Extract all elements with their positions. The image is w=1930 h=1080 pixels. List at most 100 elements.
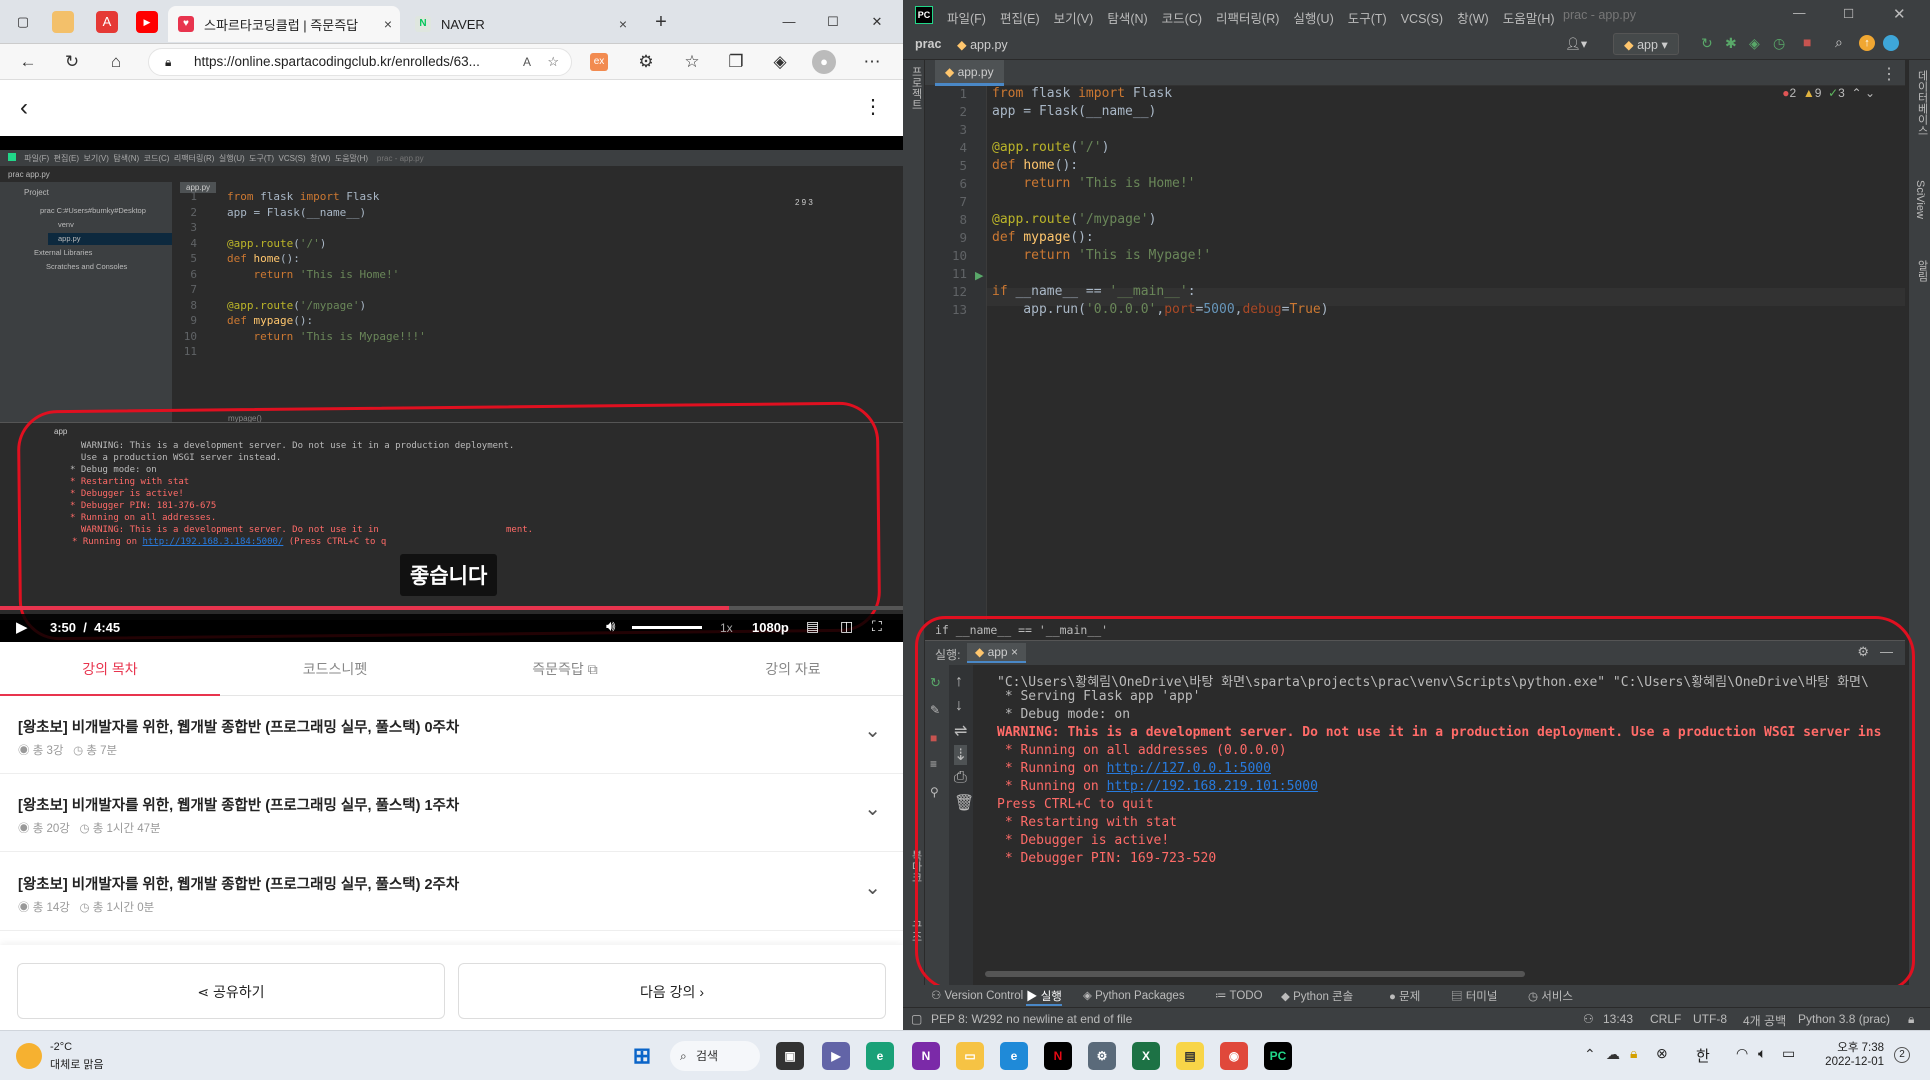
- chevron-up-icon[interactable]: ⌃: [1852, 86, 1862, 100]
- lock-icon[interactable]: 🔒︎: [1908, 1012, 1914, 1027]
- clock-time[interactable]: 오후 7:38: [1818, 1039, 1884, 1055]
- settings-icon[interactable]: ⚙: [1088, 1042, 1116, 1070]
- video-progress-track[interactable]: [0, 606, 903, 610]
- tab-close-icon[interactable]: ×: [384, 16, 392, 32]
- onedrive-icon[interactable]: ☁: [1606, 1046, 1620, 1063]
- teams-icon[interactable]: ▶: [822, 1042, 850, 1070]
- ide-menu-item[interactable]: 도구(T): [1348, 12, 1387, 26]
- tab-close-icon[interactable]: ×: [619, 16, 627, 32]
- rerun-icon[interactable]: ↻: [1701, 35, 1713, 52]
- breadcrumb-file[interactable]: ◆ app.py: [957, 37, 1008, 52]
- ide-menu-item[interactable]: 도움말(H): [1503, 12, 1555, 26]
- close-circle-icon[interactable]: ⊗: [1656, 1045, 1668, 1062]
- more-menu-icon[interactable]: ⋯: [860, 50, 884, 74]
- close-window-button[interactable]: ✕: [866, 11, 888, 33]
- notifications-tool-button[interactable]: 알림: [1914, 260, 1930, 282]
- url-input[interactable]: 🔒︎ https://online.spartacodingclub.kr/en…: [148, 48, 572, 76]
- battery-icon[interactable]: ▭: [1782, 1045, 1795, 1062]
- status-message[interactable]: PEP 8: W292 no newline at end of file: [931, 1012, 1132, 1026]
- tool-tab[interactable]: ◷ 서비스: [1528, 988, 1573, 1004]
- sticky-notes-icon[interactable]: ▤: [1176, 1042, 1204, 1070]
- git-icon[interactable]: ⚇: [1583, 1012, 1594, 1026]
- chevron-down-icon[interactable]: ⌄: [1865, 86, 1875, 100]
- debug-icon[interactable]: ✱: [1725, 35, 1737, 52]
- database-tool-button[interactable]: 데이터베이스: [1914, 70, 1930, 136]
- back-arrow-icon[interactable]: ‹: [20, 94, 28, 122]
- layout-toggle-icon[interactable]: ▢: [911, 1012, 922, 1026]
- coverage-icon[interactable]: ◈: [1749, 35, 1760, 52]
- ide-maximize-button[interactable]: ☐: [1843, 6, 1854, 21]
- ide-close-button[interactable]: ✕: [1893, 5, 1906, 23]
- file-explorer-icon[interactable]: ▭: [956, 1042, 984, 1070]
- profile-run-icon[interactable]: ◷: [1773, 35, 1785, 52]
- ide-menu-item[interactable]: 탐색(N): [1107, 12, 1147, 26]
- picture-in-picture-icon[interactable]: ◫: [840, 618, 853, 635]
- minimize-button[interactable]: —: [778, 11, 800, 33]
- task-view-icon[interactable]: ▣: [776, 1042, 804, 1070]
- tool-tab[interactable]: ≔ TODO: [1215, 988, 1263, 1002]
- ide-menu-item[interactable]: 실행(U): [1293, 12, 1333, 26]
- share-button[interactable]: ⋖ 공유하기: [17, 963, 445, 1019]
- cursor-position[interactable]: 13:43: [1603, 1012, 1633, 1026]
- tab-spartacoding[interactable]: ♥ 스파르타코딩클럽 | 즉문즉답 ×: [168, 6, 400, 42]
- weather-desc[interactable]: 대체로 맑음: [50, 1056, 104, 1072]
- jetbrains-icon[interactable]: [1883, 35, 1899, 51]
- tab-materials[interactable]: 강의 자료: [683, 642, 903, 696]
- volume-icon[interactable]: 🔊︎: [606, 618, 615, 635]
- read-aloud-icon[interactable]: A: [523, 49, 531, 75]
- tool-tab[interactable]: ▤ 터미널: [1451, 988, 1497, 1004]
- ide-menu-item[interactable]: 보기(V): [1054, 12, 1094, 26]
- quality-selector[interactable]: 1080p: [752, 620, 789, 635]
- clock-date[interactable]: 2022-12-01: [1818, 1056, 1884, 1068]
- security-icon[interactable]: 🔒︎: [1630, 1045, 1637, 1062]
- edge-dev-icon[interactable]: e: [866, 1042, 894, 1070]
- speaker-icon[interactable]: 🔈︎: [1758, 1045, 1766, 1062]
- weather-icon[interactable]: [16, 1043, 42, 1069]
- onenote-icon[interactable]: N: [912, 1042, 940, 1070]
- extension-badge-icon[interactable]: ex: [590, 53, 608, 71]
- chevron-down-icon[interactable]: ⌄: [864, 718, 881, 743]
- inspection-widget[interactable]: ●2 ▲9 ✓3 ⌃ ⌄: [1782, 86, 1875, 100]
- tray-chevron-up-icon[interactable]: ⌃: [1584, 1046, 1596, 1063]
- subtitles-icon[interactable]: ▤: [806, 618, 819, 635]
- ide-menu-item[interactable]: 리팩터링(R): [1216, 12, 1279, 26]
- breadcrumb-project[interactable]: prac: [915, 37, 941, 51]
- ime-indicator[interactable]: 한: [1696, 1045, 1710, 1066]
- windows-start-icon[interactable]: ⊞: [628, 1042, 656, 1070]
- editor-tab-app-py[interactable]: ◆ app.py: [935, 60, 1004, 86]
- new-tab-button[interactable]: +: [650, 11, 672, 33]
- search-icon[interactable]: ⌕: [1835, 34, 1843, 51]
- lecture-video-player[interactable]: 파일(F) 편집(E) 보기(V) 탐색(N) 코드(C) 리팩터링(R) 실행…: [0, 136, 903, 642]
- refresh-icon[interactable]: ↻: [60, 50, 84, 74]
- chevron-down-icon[interactable]: ⌄: [864, 796, 881, 821]
- curriculum-item[interactable]: [왕초보] 비개발자를 위한, 웹개발 종합반 (프로그래밍 실무, 풀스택) …: [0, 774, 903, 852]
- tool-tab[interactable]: ◆ Python 콘솔: [1281, 988, 1353, 1004]
- collection-icon[interactable]: [52, 11, 74, 33]
- volume-slider[interactable]: [632, 626, 702, 629]
- ide-minimize-button[interactable]: —: [1793, 6, 1806, 20]
- next-lecture-button[interactable]: 다음 강의 ›: [458, 963, 886, 1019]
- tab-naver[interactable]: N NAVER ×: [405, 6, 635, 42]
- ide-menu-item[interactable]: VCS(S): [1401, 12, 1443, 26]
- play-icon[interactable]: ▶: [16, 618, 28, 636]
- search-box[interactable]: ⌕ 검색: [670, 1041, 760, 1071]
- indent-setting[interactable]: 4개 공백: [1743, 1012, 1786, 1029]
- tab-qna[interactable]: 즉문즉답 ⧉: [455, 642, 675, 696]
- file-encoding[interactable]: UTF-8: [1693, 1012, 1727, 1026]
- home-icon[interactable]: ⌂: [104, 50, 128, 74]
- maximize-button[interactable]: ☐: [822, 11, 844, 33]
- pinned-tab-icon[interactable]: A: [96, 11, 118, 33]
- favorite-add-icon[interactable]: ☆: [547, 49, 559, 75]
- wifi-icon[interactable]: ◠: [1736, 1045, 1748, 1062]
- update-icon[interactable]: ↑: [1859, 35, 1875, 51]
- curriculum-item[interactable]: [왕초보] 비개발자를 위한, 웹개발 종합반 (프로그래밍 실무, 풀스택) …: [0, 853, 903, 931]
- extensions-icon[interactable]: ⚙: [634, 50, 658, 74]
- back-icon[interactable]: ←: [16, 50, 40, 74]
- youtube-tab-icon[interactable]: ▶: [136, 11, 158, 33]
- tab-options-icon[interactable]: ⋮: [1881, 64, 1897, 84]
- tool-tab[interactable]: ◈ Python Packages: [1083, 988, 1185, 1002]
- sciview-tool-button[interactable]: SciView: [1914, 180, 1926, 219]
- edge-icon[interactable]: e: [1000, 1042, 1028, 1070]
- performance-icon[interactable]: ◈: [768, 50, 792, 74]
- ide-menu-item[interactable]: 코드(C): [1162, 12, 1202, 26]
